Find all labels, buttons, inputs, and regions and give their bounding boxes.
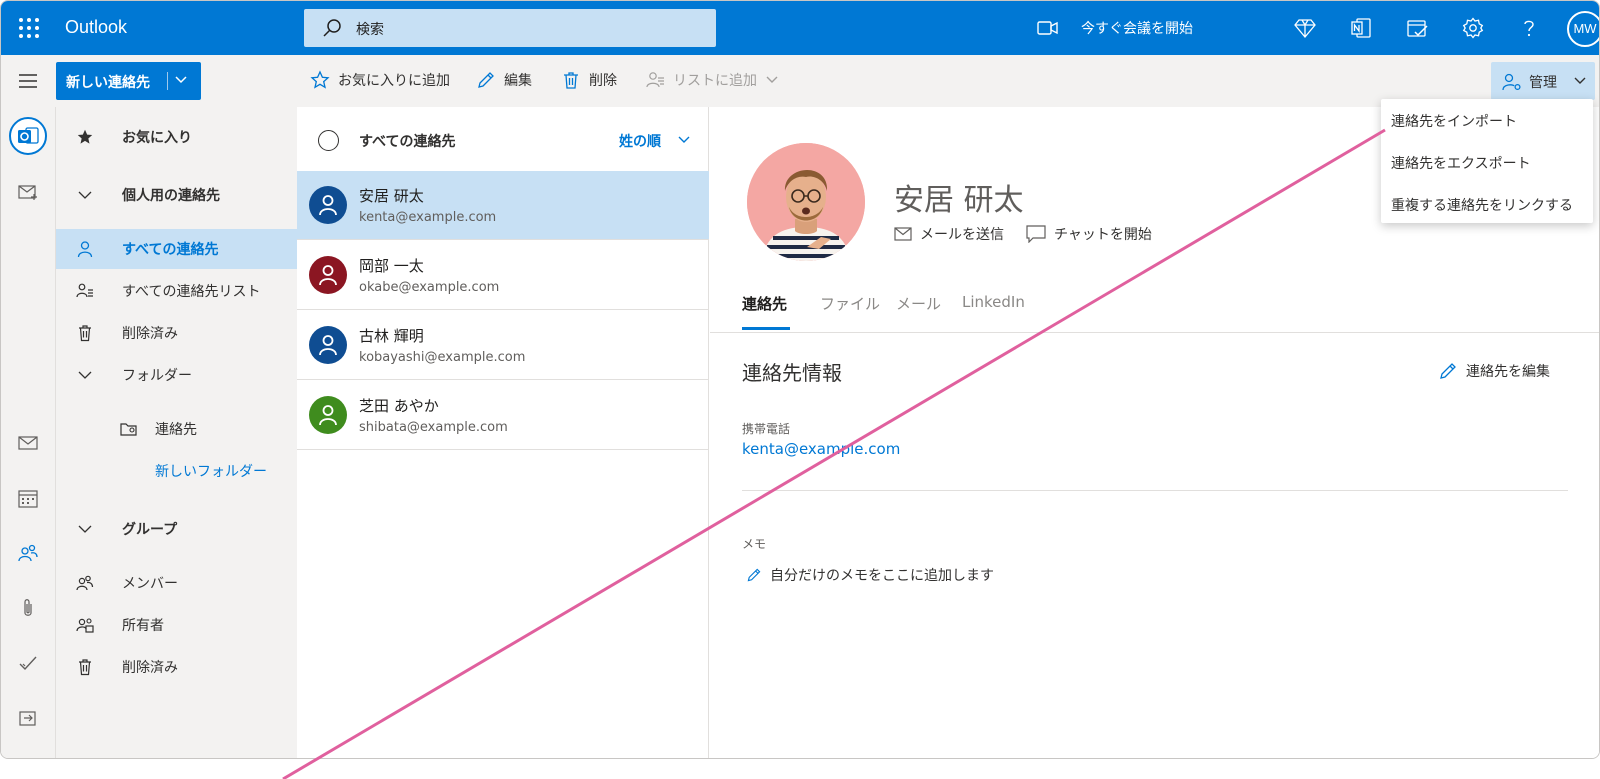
annotation-line bbox=[282, 128, 1386, 779]
